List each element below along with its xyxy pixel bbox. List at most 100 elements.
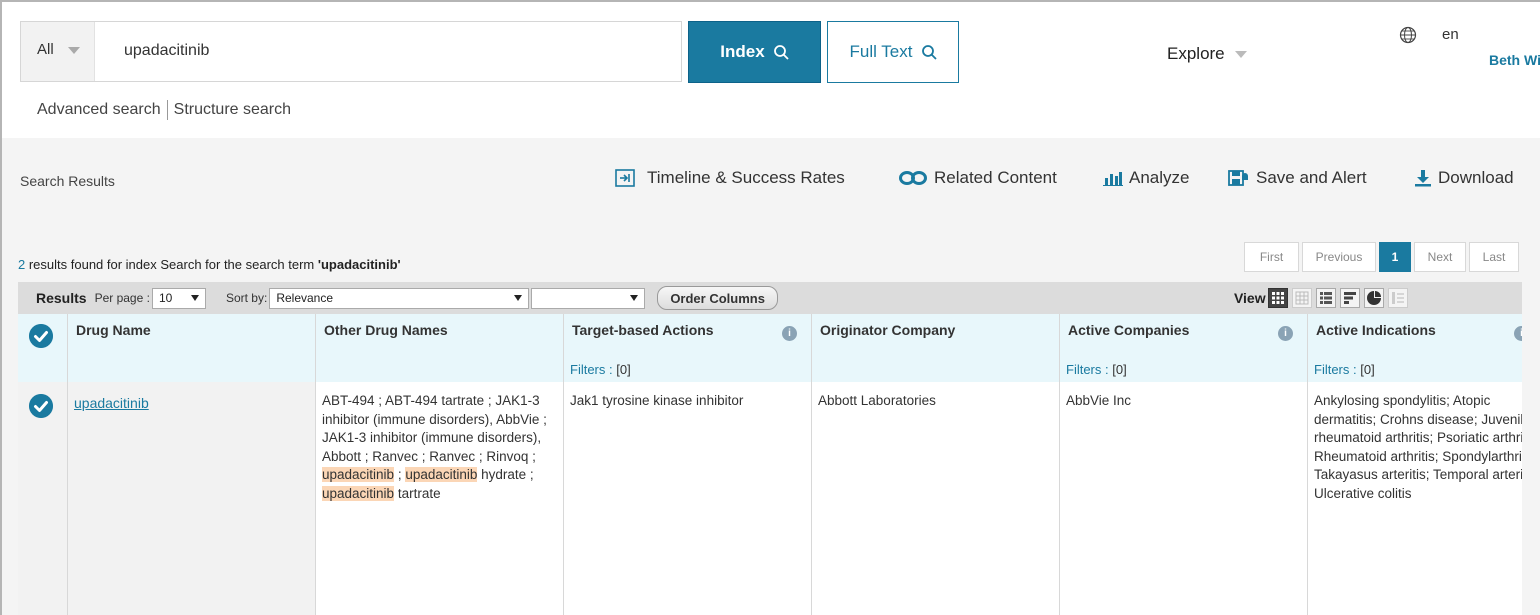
grid-glyph-icon (1271, 292, 1284, 304)
pagination-previous[interactable]: Previous (1302, 242, 1376, 272)
chevron-down-icon (67, 46, 80, 54)
results-controls-bar: Results Per page : 10 Sort by: Relevance… (18, 282, 1522, 314)
active-companies-cell: AbbVie Inc (1066, 393, 1132, 408)
list-view-icon[interactable] (1315, 288, 1336, 308)
related-content-button[interactable]: Related Content (898, 168, 1057, 188)
target-actions-header[interactable]: Target-based Actions i Filters : [0] (564, 314, 811, 382)
originator-header[interactable]: Originator Company (812, 314, 1059, 382)
chevron-down-icon (1234, 50, 1247, 58)
active-companies-header[interactable]: Active Companies i Filters : [0] (1060, 314, 1307, 382)
grid-view-icon[interactable] (1267, 288, 1288, 308)
drug-name-header[interactable]: Drug Name (68, 314, 315, 382)
timeline-icon (615, 169, 635, 187)
analyze-button[interactable]: Analyze (1103, 168, 1189, 188)
filters-label: Filters : (1066, 362, 1109, 377)
active-indications-header[interactable]: Active Indications i Filters : [0] (1308, 314, 1522, 382)
chevron-down-icon (630, 295, 639, 301)
per-page-label: Per page : (94, 291, 150, 305)
save-alert-label: Save and Alert (1256, 168, 1367, 187)
list-glyph-icon (1319, 292, 1332, 304)
user-menu[interactable]: Beth Wise (1489, 52, 1540, 68)
index-search-button[interactable]: Index (688, 21, 821, 83)
filters-value: [0] (1112, 362, 1127, 377)
target-actions-filters[interactable]: Filters : [0] (570, 362, 631, 377)
sort-by-value: Relevance (276, 291, 334, 305)
table-glyph-icon (1295, 291, 1309, 305)
other-names-text: tartrate (394, 485, 441, 501)
analyze-label: Analyze (1129, 168, 1190, 187)
target-actions-cell: Jak1 tyrosine kinase inhibitor (570, 393, 744, 408)
language-selector[interactable]: en (1442, 26, 1459, 43)
order-columns-button[interactable]: Order Columns (657, 286, 778, 310)
other-names-text: ; (394, 467, 406, 482)
info-icon[interactable]: i (1514, 326, 1522, 341)
filters-value: [0] (616, 362, 631, 377)
sort-order-select[interactable] (531, 287, 646, 309)
globe-icon[interactable] (1399, 26, 1417, 44)
originator-header-label: Originator Company (820, 322, 956, 338)
advanced-search-link[interactable]: Advanced search (37, 101, 161, 119)
active-indications-filters[interactable]: Filters : [0] (1314, 362, 1375, 377)
per-page-value: 10 (158, 291, 173, 305)
drug-name-link[interactable]: upadacitinib (74, 395, 149, 411)
download-button[interactable]: Download (1414, 168, 1514, 188)
timeline-button[interactable]: Timeline & Success Rates (615, 168, 845, 188)
search-scope-dropdown[interactable]: All (21, 22, 95, 81)
other-names-header-label: Other Drug Names (324, 322, 448, 338)
pie-chart-icon (1366, 291, 1381, 305)
detail-glyph-icon (1391, 292, 1404, 304)
search-header: All Index Full Text Explore en Beth Wise… (2, 2, 1540, 138)
detail-view-icon[interactable] (1387, 288, 1408, 308)
chevron-down-icon (190, 295, 199, 301)
active-indications-cell: Ankylosing spondylitis; Atopic dermatiti… (1314, 393, 1522, 501)
active-indications-column: Active Indications i Filters : [0] Ankyl… (1308, 314, 1522, 615)
results-area: Search Results Timeline & Success Rates … (2, 138, 1540, 615)
view-label: View (1233, 290, 1266, 306)
bar-view-icon[interactable] (1339, 288, 1360, 308)
horizontal-bars-icon (1343, 292, 1356, 304)
search-term-highlight: upadacitinib (405, 467, 478, 482)
pagination-first[interactable]: First (1244, 242, 1299, 272)
pie-view-icon[interactable] (1363, 288, 1384, 308)
fulltext-search-button[interactable]: Full Text (827, 21, 959, 83)
search-scope-label: All (37, 41, 54, 58)
per-page-select[interactable]: 10 (151, 287, 206, 309)
row-checkbox[interactable] (29, 394, 53, 418)
active-indications-header-label: Active Indications (1316, 322, 1436, 338)
chevron-down-icon (514, 295, 523, 301)
filters-label: Filters : (570, 362, 613, 377)
info-icon[interactable]: i (1278, 326, 1293, 341)
active-companies-filters[interactable]: Filters : [0] (1066, 362, 1127, 377)
search-term-highlight: upadacitinib (322, 485, 395, 501)
explore-menu[interactable]: Explore (1167, 44, 1247, 64)
table-view-icon[interactable] (1291, 288, 1312, 308)
structure-search-link[interactable]: Structure search (174, 101, 291, 119)
save-alert-icon (1228, 170, 1248, 186)
info-icon[interactable]: i (782, 326, 797, 341)
select-all-checkbox[interactable] (29, 324, 53, 348)
link-icon (899, 171, 927, 185)
sort-by-select[interactable]: Relevance (269, 287, 530, 309)
drug-name-column: Drug Name upadacitinib (68, 314, 316, 615)
pagination-current-page[interactable]: 1 (1379, 242, 1411, 272)
select-column (18, 314, 68, 615)
results-count: 2 results found for index Search for the… (18, 257, 401, 272)
results-label: Results (36, 290, 87, 306)
download-label: Download (1438, 168, 1514, 187)
other-names-text: hydrate ; (477, 467, 534, 482)
results-table: Drug Name upadacitinib Other Drug Names … (18, 314, 1522, 615)
search-input[interactable] (124, 42, 664, 60)
results-count-term: 'upadacitinib' (317, 257, 401, 272)
pagination-next[interactable]: Next (1414, 242, 1466, 272)
bar-chart-icon (1103, 172, 1123, 186)
filters-label: Filters : (1314, 362, 1357, 377)
timeline-label: Timeline & Success Rates (647, 168, 845, 187)
pagination-last[interactable]: Last (1469, 242, 1519, 272)
other-names-column: Other Drug Names ABT-494 ; ABT-494 tartr… (316, 314, 564, 615)
link-divider (166, 100, 168, 120)
save-alert-button[interactable]: Save and Alert (1228, 168, 1367, 188)
index-search-label: Index (720, 42, 765, 61)
active-companies-column: Active Companies i Filters : [0] AbbVie … (1060, 314, 1308, 615)
download-icon (1415, 170, 1431, 187)
other-names-header[interactable]: Other Drug Names (316, 314, 563, 382)
